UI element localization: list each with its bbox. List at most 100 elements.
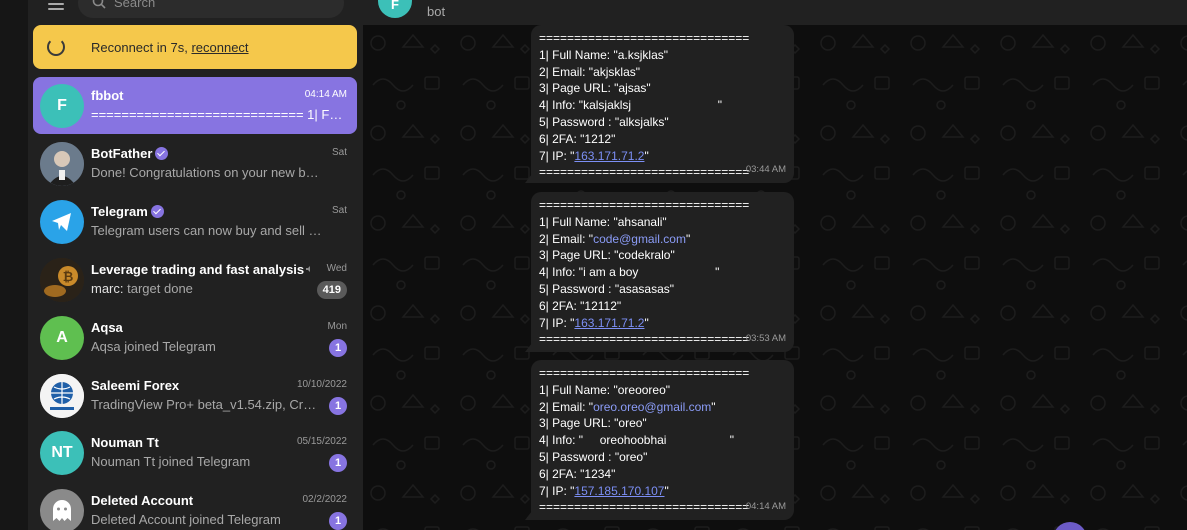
bitcoin-coins-icon: ₿ [40, 258, 84, 302]
message-time: 03:44 AM [745, 164, 786, 176]
chat-preview: Nouman Tt joined Telegram [91, 454, 251, 469]
chat-name: Telegram [91, 204, 164, 219]
chat-time: Wed [326, 263, 347, 274]
chat-time: 10/10/2022 [296, 379, 347, 390]
message-bubble[interactable]: ============================== 1| Full N… [525, 25, 794, 183]
reconnect-banner: Reconnect in 7s, reconnect [33, 25, 357, 69]
folder-strip [0, 0, 28, 530]
full-name-line: 1| Full Name: "ahsanali" [539, 214, 667, 229]
loading-spinner-icon [47, 38, 65, 56]
chat-name: BotFather [91, 146, 169, 161]
chat-item-telegram[interactable]: Telegram Sat Telegram users can now buy … [33, 193, 357, 250]
chat-name: Nouman Tt [91, 435, 159, 450]
unread-badge: 1 [329, 339, 347, 357]
chat-item-saleemi-forex[interactable]: Saleemi Forex 10/10/2022 TradingView Pro… [33, 367, 357, 424]
page-url-line: 3| Page URL: "codekralo" [539, 248, 675, 263]
chat-preview: Done! Congratulations on your new bot. Y… [91, 165, 323, 180]
search-icon [92, 0, 106, 9]
unread-badge: 419 [316, 281, 347, 299]
chat-preview: marc: target done [91, 281, 193, 296]
chat-item-botfather[interactable]: BotFather Sat Done! Congratulations on y… [33, 135, 357, 192]
email-link[interactable]: code@gmail.com [593, 232, 686, 246]
ghost-icon [53, 500, 71, 521]
avatar [40, 374, 84, 418]
ip-link[interactable]: 157.185.170.107 [574, 484, 664, 498]
verified-badge-icon [155, 147, 169, 160]
ip-link[interactable]: 163.171.71.2 [574, 149, 644, 163]
ip-link[interactable]: 163.171.71.2 [574, 316, 644, 330]
message-bubble[interactable]: ============================== 1| Full N… [525, 360, 794, 520]
reconnect-text: Reconnect in 7s, reconnect [91, 40, 249, 55]
message-time: 03:53 AM [745, 333, 786, 345]
ip-line: 7| IP: "157.185.170.107" [539, 483, 669, 498]
chat-name: fbbot [91, 88, 124, 103]
separator-line: ============================== [539, 31, 750, 45]
full-name-line: 1| Full Name: "oreooreo" [539, 382, 671, 397]
header-avatar[interactable]: F [378, 0, 412, 18]
twofa-line: 6| 2FA: "1212" [539, 131, 616, 146]
sidebar-topbar: Search [28, 0, 363, 18]
chat-item-aqsa[interactable]: A Aqsa Mon Aqsa joined Telegram 1 [33, 309, 357, 366]
page-url-line: 3| Page URL: "oreo" [539, 416, 647, 431]
info-line: 4| Info: "i am a boy " [539, 265, 720, 280]
avatar: F [40, 84, 84, 128]
chat-item-fbbot[interactable]: F fbbot 04:14 AM =======================… [33, 77, 357, 134]
chat-time: Sat [331, 147, 347, 158]
email-line: 2| Email: "akjsklas" [539, 64, 641, 79]
info-line: 4| Info: "kalsjaklsj " [539, 98, 723, 113]
chat-time: 05/15/2022 [296, 436, 347, 447]
avatar: NT [40, 431, 84, 475]
chat-name: Aqsa [91, 320, 123, 335]
info-line: 4| Info: " oreohoobhai " [539, 433, 735, 448]
unread-badge: 1 [329, 454, 347, 472]
chat-subtitle: bot [427, 4, 446, 19]
botfather-avatar-icon [40, 142, 84, 186]
message-bubble[interactable]: ============================== 1| Full N… [525, 192, 794, 352]
search-input[interactable]: Search [78, 0, 344, 18]
chat-preview: Telegram users can now buy and sell shar… [91, 223, 323, 238]
unread-badge: 1 [329, 397, 347, 415]
chat-time: 04:14 AM [304, 89, 347, 100]
message-time: 04:14 AM [745, 501, 786, 513]
avatar: ₿ [40, 258, 84, 302]
avatar: A [40, 316, 84, 360]
bubble-tail [525, 174, 532, 183]
chat-time: 02/2/2022 [302, 494, 348, 505]
verified-badge-icon [150, 205, 164, 218]
separator-line: ============================== [539, 366, 750, 380]
password-line: 5| Password : "asasasas" [539, 281, 675, 296]
avatar [40, 489, 84, 530]
chat-preview: Aqsa joined Telegram [91, 339, 216, 354]
email-link[interactable]: oreo.oreo@gmail.com [593, 400, 711, 414]
chat-list-sidebar: Search Reconnect in 7s, reconnect F fbbo… [28, 0, 363, 530]
chat-time: Mon [327, 321, 347, 332]
hamburger-menu-icon[interactable] [48, 0, 64, 10]
chat-name: Leverage trading and fast analysis [91, 262, 314, 277]
reconnect-link[interactable]: reconnect [191, 40, 248, 55]
twofa-line: 6| 2FA: "12112" [539, 298, 622, 313]
full-name-line: 1| Full Name: "a.ksjklas" [539, 47, 669, 62]
chat-time: Sat [331, 205, 347, 216]
chat-name: Deleted Account [91, 493, 194, 508]
unread-badge: 1 [329, 512, 347, 530]
chat-item-deleted-account[interactable]: Deleted Account 02/2/2022 Deleted Accoun… [33, 482, 357, 530]
chat-preview: Deleted Account joined Telegram [91, 512, 281, 527]
avatar [40, 200, 84, 244]
ip-line: 7| IP: "163.171.71.2" [539, 315, 649, 330]
bubble-tail [525, 343, 532, 352]
avatar [40, 142, 84, 186]
twofa-line: 6| 2FA: "1234" [539, 466, 616, 481]
chat-view: F bot ============================== 1| … [363, 0, 1187, 530]
email-line: 2| Email: "code@gmail.com" [539, 231, 691, 246]
password-line: 5| Password : "alksjalks" [539, 114, 669, 129]
email-line: 2| Email: "oreo.oreo@gmail.com" [539, 399, 716, 414]
chat-preview: TradingView Pro+ beta_v1.54.zip, Crack [91, 397, 323, 412]
search-placeholder: Search [114, 0, 156, 10]
chat-item-nouman-tt[interactable]: NT Nouman Tt 05/15/2022 Nouman Tt joined… [33, 424, 357, 481]
chat-preview: ============================ 1| Full Nam… [91, 107, 347, 122]
svg-text:₿: ₿ [63, 270, 74, 285]
separator-line: ============================== [539, 198, 750, 212]
chat-item-leverage-trading[interactable]: ₿ Leverage trading and fast analysis Wed… [33, 251, 357, 308]
chat-header[interactable]: F bot [363, 0, 1187, 25]
password-line: 5| Password : "oreo" [539, 449, 648, 464]
